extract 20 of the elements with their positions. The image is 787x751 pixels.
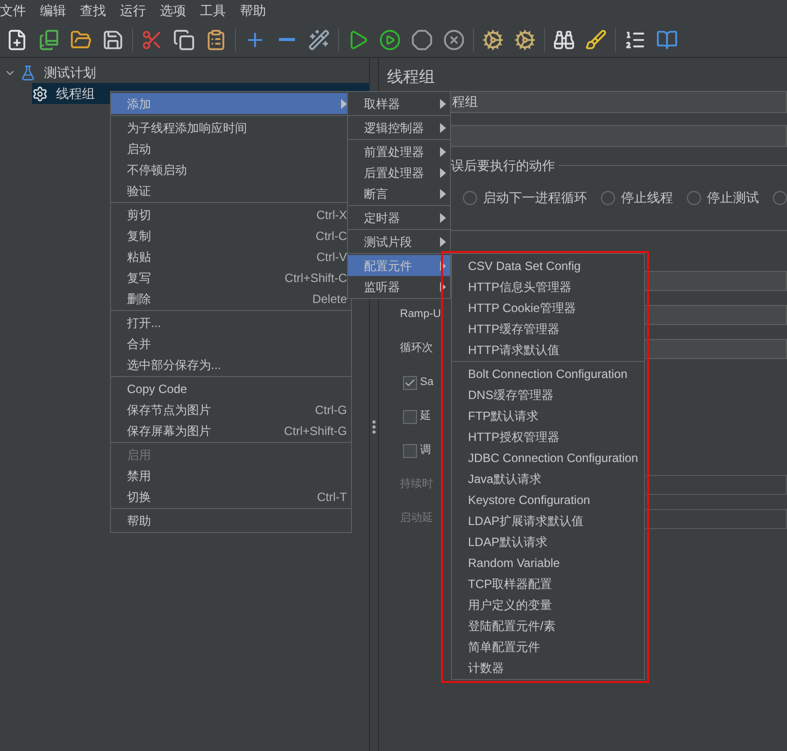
shortcut-label: Ctrl+Shift-C [284, 270, 347, 286]
radio-label: 停止测试 [707, 188, 759, 207]
field-label: 启动延 [400, 510, 434, 526]
field-label: Ramp-U [400, 307, 442, 322]
checkbox-label: Sa [420, 375, 434, 390]
radio-label: 停止线程 [621, 188, 673, 207]
group-label: 误后要执行的动作 [451, 157, 555, 175]
checkbox-label: 调 [420, 443, 431, 458]
shortcut-label: Ctrl-C [316, 228, 347, 244]
shortcut-label: Ctrl-T [317, 488, 347, 506]
shortcut-label: Ctrl+Shift-G [284, 422, 347, 440]
shortcut-label: Ctrl-X [316, 206, 347, 224]
field-label: 循环次 [400, 341, 434, 356]
shortcut-label: Delete [312, 290, 347, 308]
field-label: 持续时 [400, 477, 434, 492]
shortcut-label: Ctrl-V [316, 248, 347, 266]
shortcut-label: Ctrl-G [315, 402, 347, 418]
panel-title: 线程组 [387, 68, 436, 88]
radio-label: 启动下一进程循环 [483, 188, 587, 207]
checkbox-label: 延 [420, 409, 431, 424]
